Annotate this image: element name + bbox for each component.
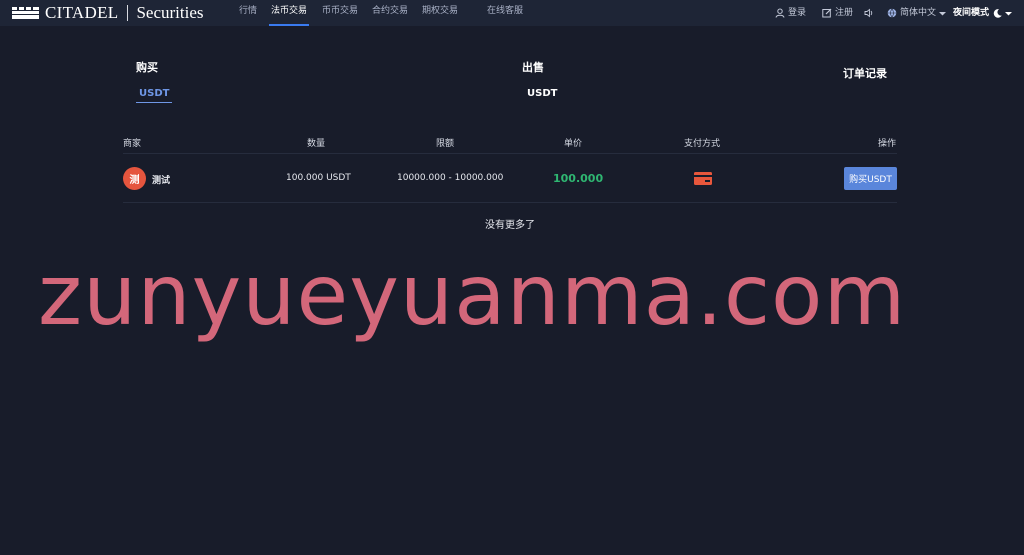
header-limit: 限额 [436,139,455,149]
nav-fiat-trade[interactable]: 法币交易 [268,0,310,26]
top-navigation-bar: CITADEL Securities 行情 法币交易 币币交易 合约交易 期权交… [0,0,1024,26]
theme-label: 夜间模式 [953,8,990,18]
language-selector[interactable]: 简体中文 [887,0,947,26]
globe-icon [887,8,897,18]
login-label: 登录 [788,8,807,18]
login-link[interactable]: 登录 [775,0,806,26]
nav-online-support[interactable]: 在线客服 [487,0,523,26]
sound-toggle[interactable] [864,0,877,26]
order-records-link[interactable]: 订单记录 [843,65,887,81]
header-divider [123,153,897,154]
avatar: 测 [123,167,146,190]
sell-coin-tab-usdt[interactable]: USDT [527,88,557,99]
register-label: 注册 [835,8,854,18]
no-more-text: 没有更多了 [485,220,535,231]
header-merchant: 商家 [123,139,142,149]
row-unit-price: 100.000 [553,172,604,185]
header-quantity: 数量 [307,139,326,149]
logo[interactable]: CITADEL Securities [0,0,204,26]
logo-brand-text: CITADEL [45,3,119,22]
row-limit: 10000.000 - 10000.000 [397,173,504,183]
nav-market[interactable]: 行情 [239,0,257,26]
logo-suffix-text: Securities [136,3,204,22]
merchant-name: 测试 [152,176,171,186]
logo-divider [127,5,129,21]
theme-toggle[interactable]: 夜间模式 [953,0,1013,26]
user-icon [775,8,785,18]
edit-icon [822,8,832,18]
buy-usdt-button[interactable]: 购买USDT [844,167,897,190]
row-divider [123,202,897,203]
header-unit-price: 单价 [564,139,583,149]
buy-title[interactable]: 购买 [136,59,158,75]
row-quantity: 100.000 USDT [286,173,351,183]
language-label: 简体中文 [900,8,937,18]
nav-options-trade[interactable]: 期权交易 [422,0,458,26]
buy-coin-tab-usdt[interactable]: USDT [135,88,173,103]
chevron-down-icon [939,11,947,15]
header-payment-method: 支付方式 [684,139,721,149]
header-action: 操作 [878,139,897,149]
castle-logo-icon [12,7,39,19]
bank-card-icon [694,172,712,185]
moon-icon [993,8,1002,18]
chevron-down-icon [1005,11,1013,15]
sell-title[interactable]: 出售 [522,59,544,75]
watermark-text: zunyueyuanma.com [38,246,907,344]
register-link[interactable]: 注册 [822,0,853,26]
nav-contract-trade[interactable]: 合约交易 [372,0,408,26]
speaker-icon [864,8,873,18]
nav-spot-trade[interactable]: 币币交易 [322,0,358,26]
